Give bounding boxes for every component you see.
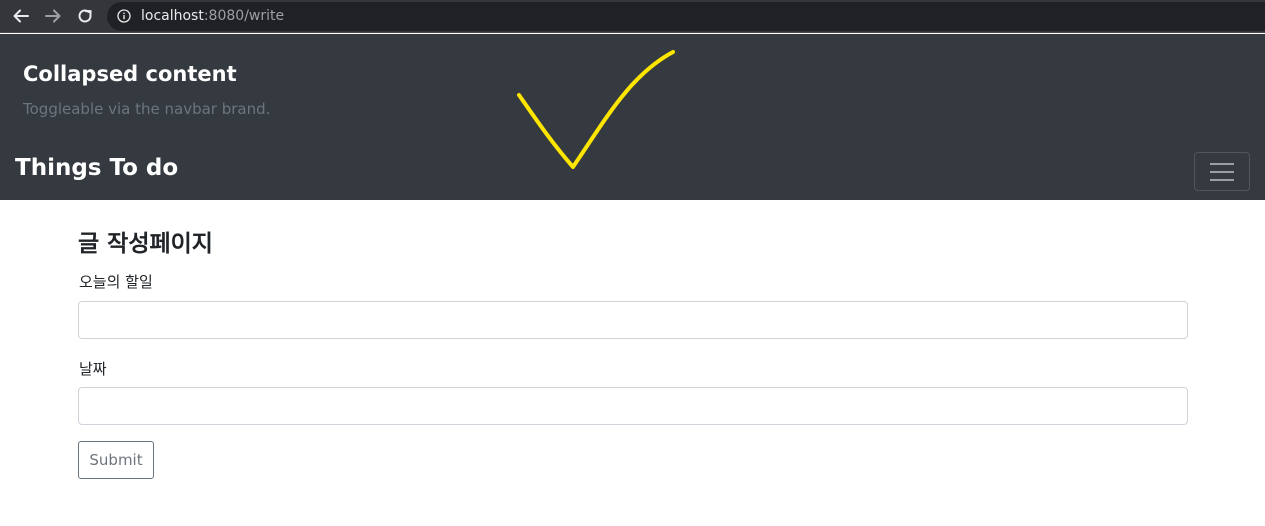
todo-input[interactable] xyxy=(78,301,1188,339)
submit-button[interactable]: Submit xyxy=(78,441,154,479)
date-input[interactable] xyxy=(78,387,1188,425)
collapse-subtitle: Toggleable via the navbar brand. xyxy=(23,100,271,118)
hamburger-icon-line xyxy=(1210,178,1234,181)
todo-label: 오늘의 할일 xyxy=(79,273,153,291)
hamburger-icon-line xyxy=(1210,162,1234,165)
navbar-brand[interactable]: Things To do xyxy=(15,155,178,181)
url-text: localhost:8080/write xyxy=(141,8,284,25)
url-host: localhost xyxy=(141,8,204,24)
page-title: 글 작성페이지 xyxy=(78,231,213,257)
collapse-title: Collapsed content xyxy=(23,62,237,86)
address-bar[interactable]: localhost:8080/write xyxy=(107,2,1265,31)
url-path: :8080/write xyxy=(203,8,285,24)
browser-toolbar: localhost:8080/write xyxy=(0,0,1265,33)
hamburger-icon-line xyxy=(1210,170,1234,173)
back-arrow-icon[interactable] xyxy=(10,5,32,27)
date-label: 날짜 xyxy=(79,360,107,378)
forward-arrow-icon[interactable] xyxy=(42,5,64,27)
info-icon[interactable] xyxy=(117,9,131,23)
reload-icon[interactable] xyxy=(74,5,96,27)
navbar-toggler-button[interactable] xyxy=(1194,152,1250,191)
